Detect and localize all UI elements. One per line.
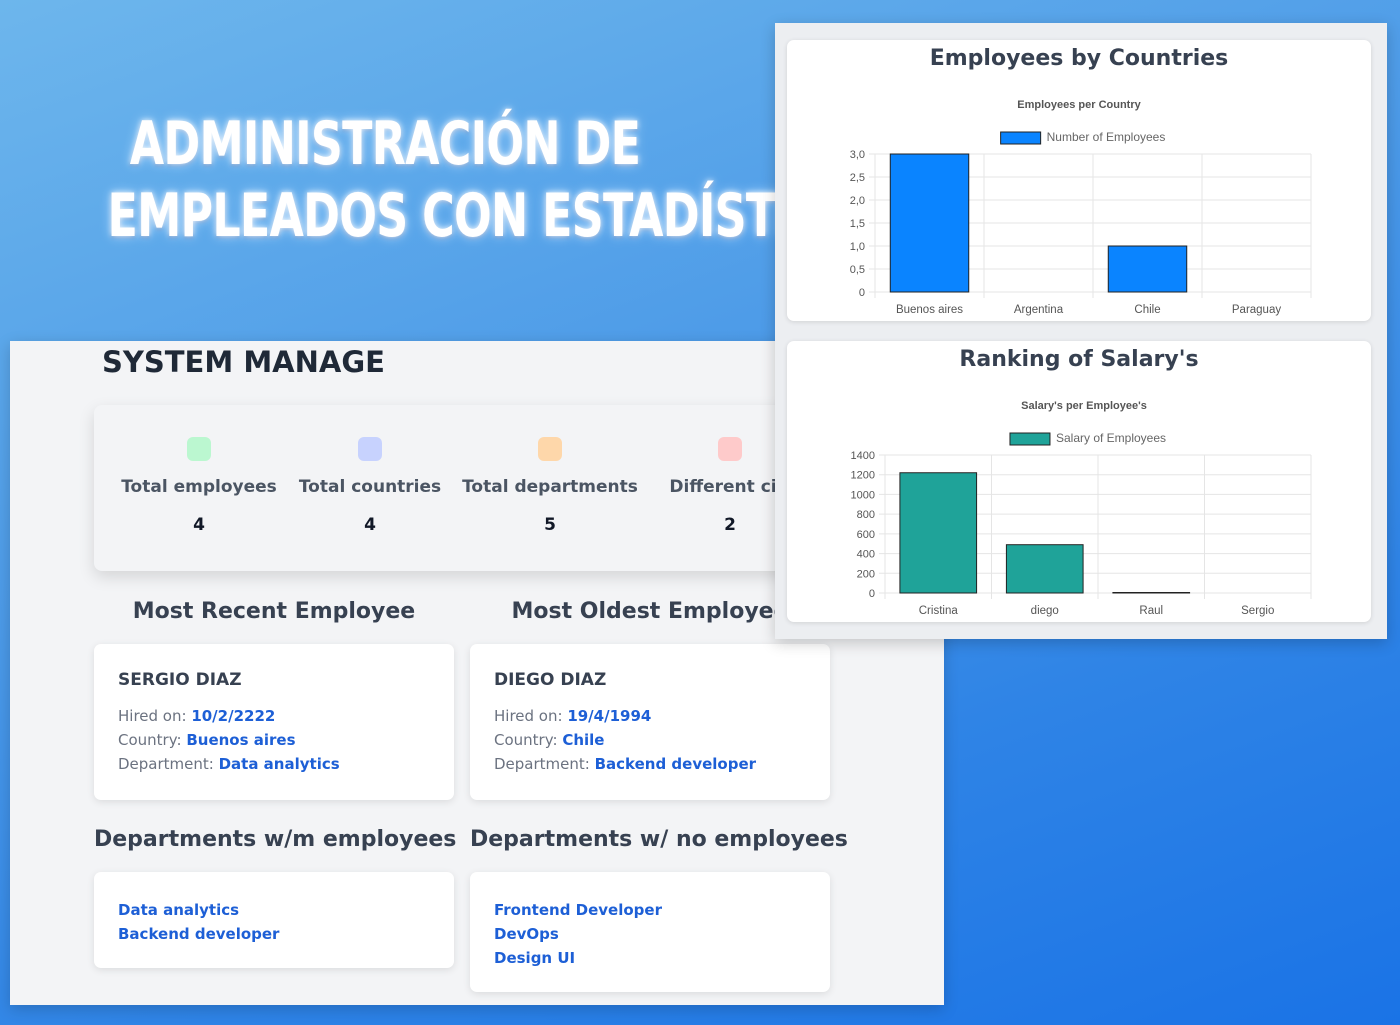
x-tick-label: Paraguay xyxy=(1232,304,1281,316)
y-tick-label: 0,5 xyxy=(850,264,865,276)
salary-chart-card: Salary's per Employee's Salary of Employe… xyxy=(787,341,1371,622)
hired-date: 19/4/1994 xyxy=(567,707,652,725)
stat-color-dot xyxy=(718,437,742,461)
stats-card: Total employees 4 Total countries 4 Tota… xyxy=(94,405,864,571)
bar xyxy=(1005,544,1084,594)
chart-title: Employees per Country xyxy=(1017,99,1141,111)
departments-with-employees-card: Data analytics Backend developer xyxy=(94,872,454,968)
hired-date: 10/2/2222 xyxy=(191,707,276,725)
charts-panel: Employees per Country Number of Employees… xyxy=(775,23,1387,639)
page-title: SYSTEM MANAGE xyxy=(102,345,385,379)
x-tick-label: Buenos aires xyxy=(896,304,963,316)
x-tick-label: Raul xyxy=(1139,605,1163,617)
y-tick-label: 400 xyxy=(857,549,875,561)
department-link[interactable]: Design UI xyxy=(494,946,806,970)
x-tick-label: diego xyxy=(1031,605,1059,617)
hero-title-line-1: ADMINISTRACIÓN DE xyxy=(129,109,641,179)
hero-title-line-2: EMPLEADOS CON ESTADÍSTICAS xyxy=(107,181,889,251)
chart-title: Salary's per Employee's xyxy=(1021,400,1147,412)
department-row: Department: Data analytics xyxy=(118,752,430,776)
stat-total-countries: Total countries 4 xyxy=(280,437,460,535)
stat-total-departments: Total departments 5 xyxy=(460,437,640,535)
y-tick-label: 0 xyxy=(869,588,875,600)
recent-employee-card: SERGIO DIAZ Hired on: 10/2/2222 Country:… xyxy=(94,644,454,800)
legend-label: Number of Employees xyxy=(1047,130,1166,144)
hired-row: Hired on: 19/4/1994 xyxy=(494,704,806,728)
country-value: Chile xyxy=(562,731,605,749)
stat-color-dot xyxy=(538,437,562,461)
hired-row: Hired on: 10/2/2222 xyxy=(118,704,430,728)
y-tick-label: 2,5 xyxy=(850,172,865,184)
most-recent-heading: Most Recent Employee xyxy=(132,599,416,624)
salary-chart-heading: Ranking of Salary's xyxy=(959,347,1199,372)
country-label: Country: xyxy=(118,731,187,749)
employee-name: SERGIO DIAZ xyxy=(118,670,242,690)
legend-swatch xyxy=(1000,131,1042,145)
y-tick-label: 0 xyxy=(859,287,865,299)
department-row: Department: Backend developer xyxy=(494,752,806,776)
salary-bar-chart: Salary's per Employee's Salary of Employe… xyxy=(851,400,1312,617)
countries-chart-card: Employees per Country Number of Employees… xyxy=(787,40,1371,321)
department-link[interactable]: Backend developer xyxy=(118,922,430,946)
department-link[interactable]: Data analytics xyxy=(118,898,430,922)
x-tick-label: Argentina xyxy=(1014,304,1064,316)
bar xyxy=(889,153,970,293)
y-tick-label: 800 xyxy=(857,509,875,521)
y-tick-label: 600 xyxy=(857,529,875,541)
country-value: Buenos aires xyxy=(186,731,296,749)
stat-value: 4 xyxy=(364,515,376,535)
stat-color-dot xyxy=(187,437,211,461)
country-row: Country: Chile xyxy=(494,728,806,752)
countries-bar-chart: Employees per Country Number of Employees… xyxy=(850,99,1312,316)
y-tick-label: 1,0 xyxy=(850,241,865,253)
bar xyxy=(899,472,978,594)
x-tick-label: Sergio xyxy=(1241,605,1274,617)
countries-chart-heading: Employees by Countries xyxy=(929,46,1229,71)
oldest-employee-card: DIEGO DIAZ Hired on: 19/4/1994 Country: … xyxy=(470,644,830,800)
country-label: Country: xyxy=(494,731,563,749)
y-tick-label: 200 xyxy=(857,568,875,580)
y-tick-label: 1000 xyxy=(851,489,875,501)
department-label: Department: xyxy=(118,755,219,773)
chart-legend: Salary of Employees xyxy=(1009,431,1166,446)
stat-label: Total departments xyxy=(462,477,638,497)
departments-with-employees-heading: Departments w/m employees xyxy=(94,827,457,852)
stat-label: Total employees xyxy=(121,477,277,497)
stat-label: Total countries xyxy=(298,477,442,497)
stat-color-dot xyxy=(358,437,382,461)
hero-title: ADMINISTRACIÓN DE EMPLEADOS CON ESTADÍST… xyxy=(107,108,889,252)
y-tick-label: 3,0 xyxy=(850,149,865,161)
y-tick-label: 1400 xyxy=(851,450,875,462)
chart-legend: Number of Employees xyxy=(1000,130,1166,145)
y-tick-label: 1200 xyxy=(851,470,875,482)
department-label: Department: xyxy=(494,755,595,773)
stat-value: 4 xyxy=(193,515,205,535)
y-tick-label: 1,5 xyxy=(850,218,865,230)
legend-label: Salary of Employees xyxy=(1056,431,1166,445)
country-row: Country: Buenos aires xyxy=(118,728,430,752)
department-link[interactable]: Frontend Developer xyxy=(494,898,806,922)
y-tick-label: 2,0 xyxy=(850,195,865,207)
department-value: Data analytics xyxy=(218,755,340,773)
x-tick-label: Cristina xyxy=(919,605,959,617)
legend-swatch xyxy=(1009,432,1051,446)
department-link[interactable]: DevOps xyxy=(494,922,806,946)
stat-total-employees: Total employees 4 xyxy=(109,437,289,535)
bar xyxy=(1107,245,1188,293)
hired-label: Hired on: xyxy=(118,707,192,725)
departments-no-employees-card: Frontend Developer DevOps Design UI xyxy=(470,872,830,992)
stat-value: 5 xyxy=(544,515,556,535)
departments-no-employees-heading: Departments w/ no employees xyxy=(470,827,848,852)
department-value: Backend developer xyxy=(594,755,757,773)
employee-name: DIEGO DIAZ xyxy=(494,670,607,690)
hired-label: Hired on: xyxy=(494,707,568,725)
x-tick-label: Chile xyxy=(1134,304,1160,316)
